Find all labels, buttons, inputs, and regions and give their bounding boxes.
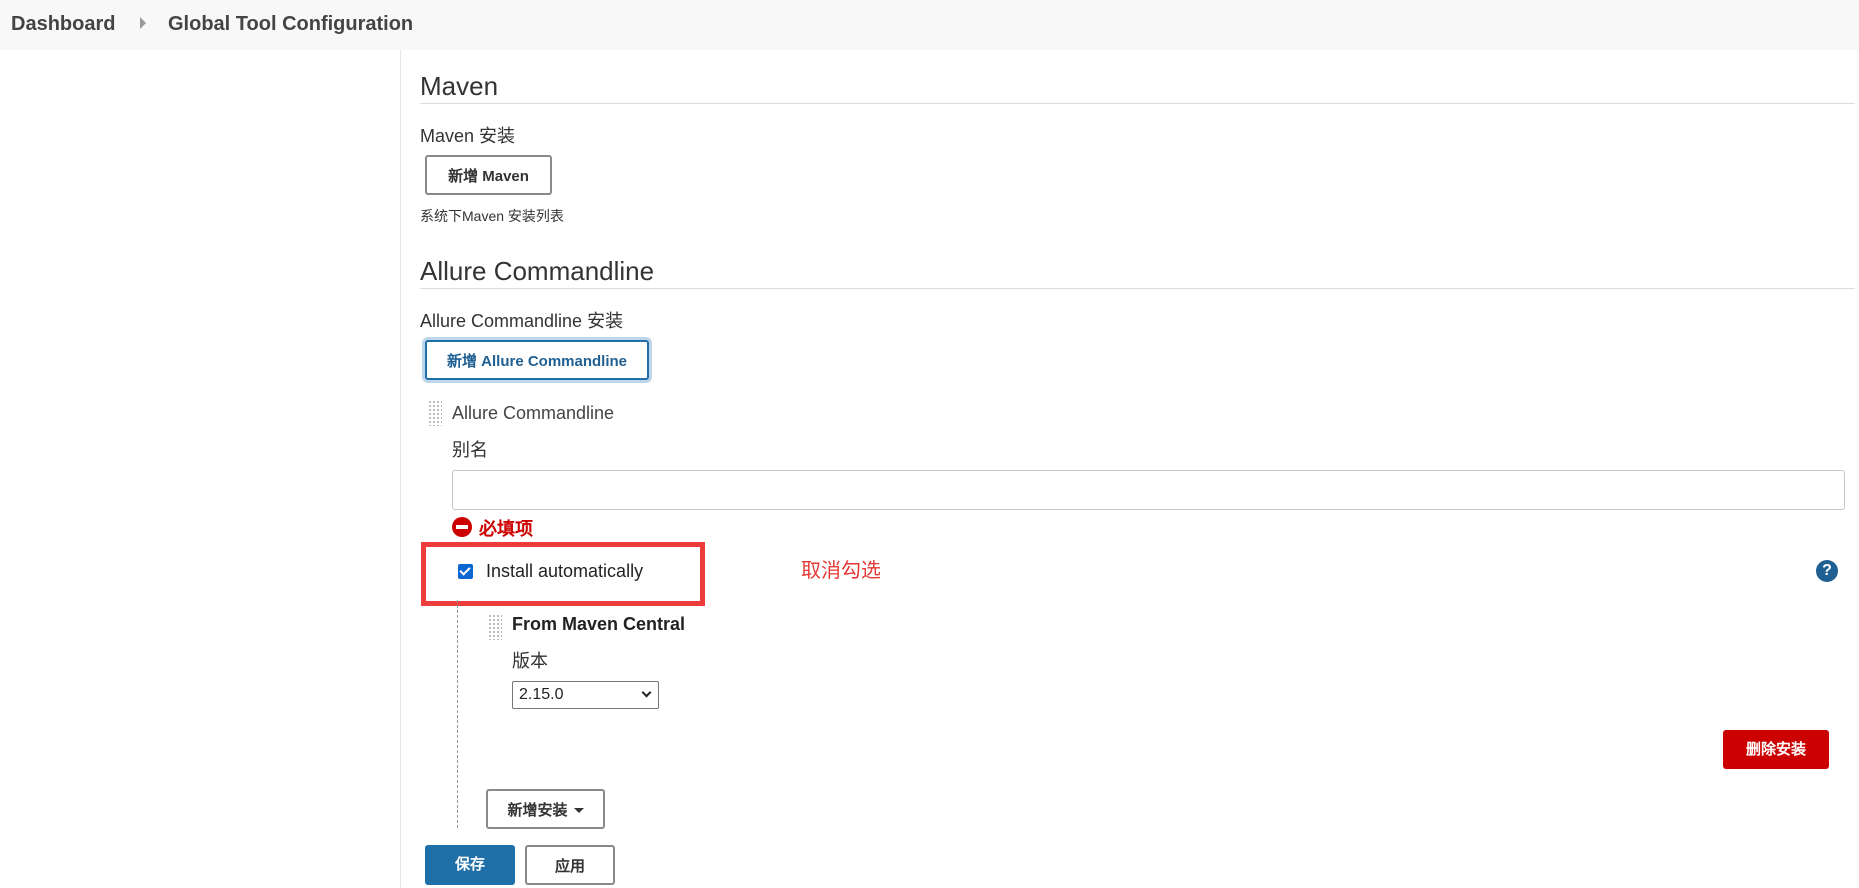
- allure-install-label: Allure Commandline 安装: [420, 311, 624, 331]
- maven-help-text: 系统下Maven 安装列表: [420, 208, 564, 224]
- required-error-text: 必填项: [479, 519, 533, 539]
- annotation-text: 取消勾选: [801, 560, 881, 582]
- maven-install-label: Maven 安装: [420, 126, 516, 146]
- maven-section-title: Maven: [420, 71, 499, 101]
- breadcrumb-dashboard-link[interactable]: Dashboard: [11, 13, 115, 36]
- installer-title: From Maven Central: [512, 614, 686, 634]
- chevron-right-icon: [140, 17, 146, 29]
- install-automatically-label[interactable]: Install automatically: [486, 561, 643, 582]
- version-label: 版本: [512, 651, 548, 671]
- apply-button[interactable]: 应用: [525, 845, 615, 885]
- allure-section-title: Allure Commandline: [420, 256, 655, 286]
- breadcrumb: Dashboard Global Tool Configuration: [0, 0, 1859, 50]
- save-button[interactable]: 保存: [425, 845, 515, 885]
- caret-down-icon: [573, 808, 584, 814]
- drag-handle-icon[interactable]: [488, 614, 502, 640]
- alias-label: 别名: [452, 440, 488, 460]
- add-installer-label: 新增安装: [507, 801, 568, 819]
- sidebar-divider: [400, 50, 401, 888]
- version-select[interactable]: 2.15.0: [512, 681, 659, 709]
- add-maven-button[interactable]: 新增 Maven: [425, 155, 552, 195]
- add-allure-commandline-button[interactable]: 新增 Allure Commandline: [425, 340, 649, 380]
- allure-section-divider: [420, 288, 1855, 289]
- maven-section-divider: [420, 103, 1855, 104]
- alias-input[interactable]: [452, 470, 1845, 510]
- allure-item-title: Allure Commandline: [452, 403, 615, 423]
- install-automatically-checkbox[interactable]: [458, 564, 473, 579]
- add-installer-dropdown-button[interactable]: 新增安装: [486, 789, 605, 829]
- error-icon: [452, 517, 472, 537]
- installer-nesting-line: [457, 600, 458, 828]
- breadcrumb-current-page: Global Tool Configuration: [168, 13, 414, 35]
- drag-handle-icon[interactable]: [428, 400, 442, 426]
- chevron-down-icon: [641, 687, 652, 698]
- help-icon[interactable]: ?: [1816, 560, 1838, 582]
- delete-installation-button[interactable]: 删除安装: [1723, 730, 1829, 769]
- version-select-value: 2.15.0: [519, 686, 564, 703]
